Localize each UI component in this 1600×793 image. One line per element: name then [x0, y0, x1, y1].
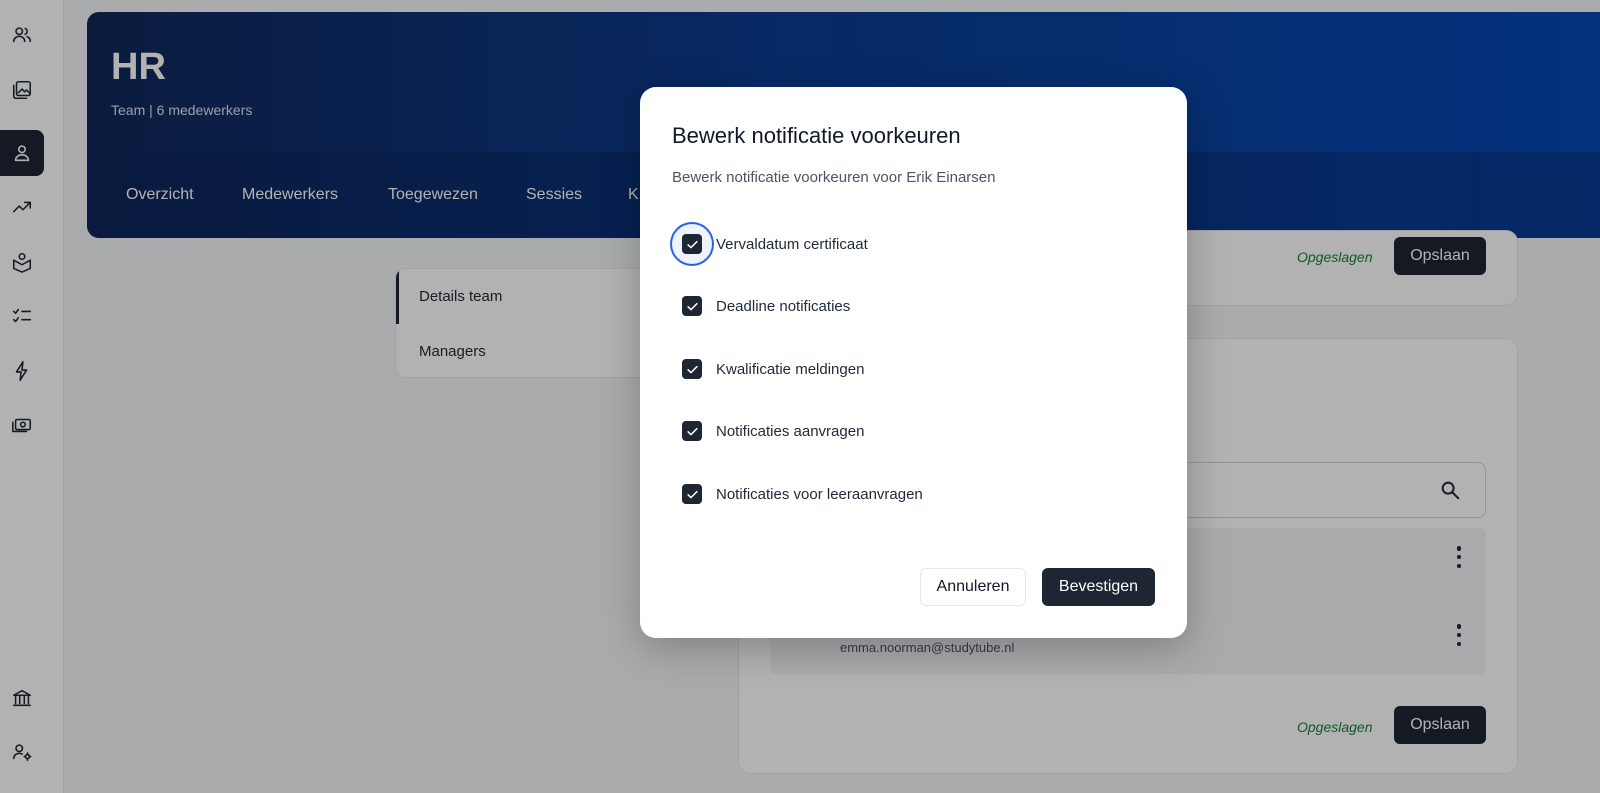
option-label: Vervaldatum certificaat [716, 235, 868, 253]
option-notificaties-leeraanvragen[interactable]: Notificaties voor leeraanvragen [672, 474, 923, 514]
option-label: Deadline notificaties [716, 297, 851, 315]
confirm-button[interactable]: Bevestigen [1042, 568, 1155, 606]
checkbox[interactable] [682, 359, 702, 379]
checkbox-wrap [672, 286, 712, 326]
check-icon [686, 302, 698, 310]
option-label: Notificaties aanvragen [716, 422, 865, 440]
option-vervaldatum-certificaat[interactable]: Vervaldatum certificaat [672, 224, 868, 264]
notification-preferences-dialog: Bewerk notificatie voorkeuren Bewerk not… [640, 87, 1187, 638]
dialog-description: Bewerk notificatie voorkeuren voor Erik … [672, 169, 996, 186]
option-label: Kwalificatie meldingen [716, 360, 865, 378]
checkbox[interactable] [682, 234, 702, 254]
check-icon [686, 490, 698, 498]
option-kwalificatie-meldingen[interactable]: Kwalificatie meldingen [672, 349, 864, 389]
checkbox-wrap [672, 474, 712, 514]
check-icon [686, 427, 698, 435]
option-notificaties-aanvragen[interactable]: Notificaties aanvragen [672, 411, 864, 451]
checkbox-focus-ring[interactable] [672, 224, 712, 264]
checkbox-wrap [672, 411, 712, 451]
cancel-button[interactable]: Annuleren [920, 568, 1026, 606]
dialog-title: Bewerk notificatie voorkeuren [672, 123, 961, 148]
checkbox-wrap [672, 349, 712, 389]
option-label: Notificaties voor leeraanvragen [716, 485, 923, 503]
check-icon [686, 365, 698, 373]
checkbox[interactable] [682, 296, 702, 316]
check-icon [686, 240, 698, 248]
checkbox[interactable] [682, 484, 702, 504]
option-deadline-notificaties[interactable]: Deadline notificaties [672, 286, 850, 326]
checkbox[interactable] [682, 421, 702, 441]
